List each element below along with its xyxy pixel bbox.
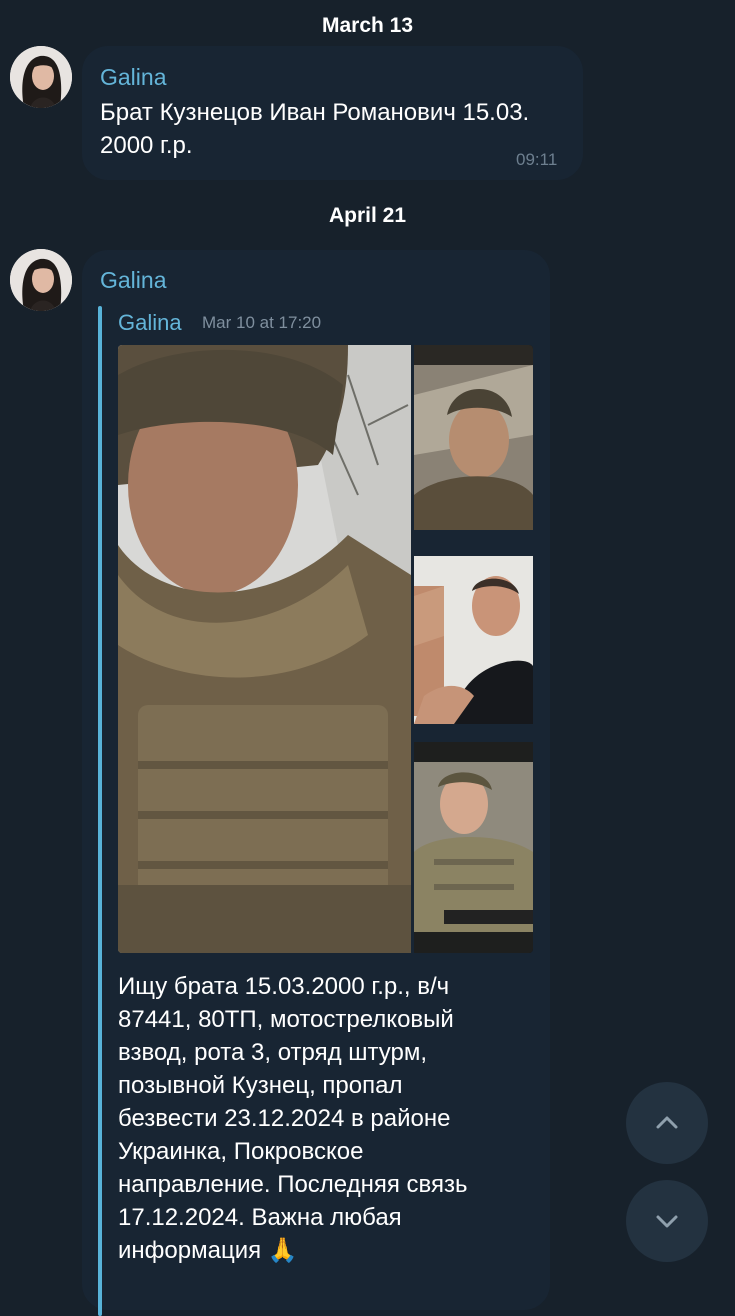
message-line: 17.12.2024. Важна любая — [118, 1204, 402, 1231]
avatar[interactable] — [10, 46, 72, 108]
message-bubble[interactable]: Galina Galina Mar 10 at 17:20 Ищу брата … — [82, 250, 550, 1316]
avatar[interactable] — [10, 249, 72, 311]
reply-sender[interactable]: Galina — [118, 310, 182, 336]
message-bubble[interactable]: Galina Брат Кузнецов Иван Романович 15.0… — [82, 46, 583, 180]
message-line: Ищу брата 15.03.2000 г.р., в/ч — [118, 973, 450, 1000]
scroll-down-button[interactable] — [626, 1180, 708, 1262]
message-line: направление. Последняя связь — [118, 1171, 468, 1198]
sender-name[interactable]: Galina — [100, 267, 166, 294]
sender-name[interactable]: Galina — [100, 64, 166, 91]
message-text: Брат Кузнецов Иван Романович 15.03. 2000… — [100, 96, 529, 162]
photo-thumb[interactable] — [414, 345, 533, 530]
message-line: взвод, рота 3, отряд штурм, — [118, 1039, 428, 1066]
message-line: позывной Кузнец, пропал — [118, 1072, 403, 1099]
date-separator: April 21 — [328, 204, 407, 227]
message-line: Украинка, Покровское — [118, 1138, 364, 1165]
message-line: Брат Кузнецов Иван Романович 15.03. — [100, 99, 530, 126]
scroll-up-button[interactable] — [626, 1082, 708, 1164]
photo-thumb[interactable] — [414, 742, 533, 953]
message-text: Ищу брата 15.03.2000 г.р., в/ч 87441, 80… — [118, 970, 468, 1267]
chevron-down-icon — [656, 1215, 678, 1228]
message-line: 87441, 80ТП, мотострелковый — [118, 1006, 454, 1033]
reply-bar — [98, 306, 102, 1316]
reply-date: Mar 10 at 17:20 — [202, 313, 322, 332]
photo-thumb[interactable] — [414, 556, 533, 724]
message-line: безвести 23.12.2024 в районе — [118, 1105, 451, 1132]
date-separator: March 13 — [321, 14, 414, 37]
photo-main[interactable] — [118, 345, 411, 953]
message-line: 2000 г.р. — [100, 132, 193, 159]
message-time: 09:11 — [516, 150, 558, 169]
message-line: информация 🙏 — [118, 1237, 298, 1264]
chevron-up-icon — [656, 1116, 678, 1129]
